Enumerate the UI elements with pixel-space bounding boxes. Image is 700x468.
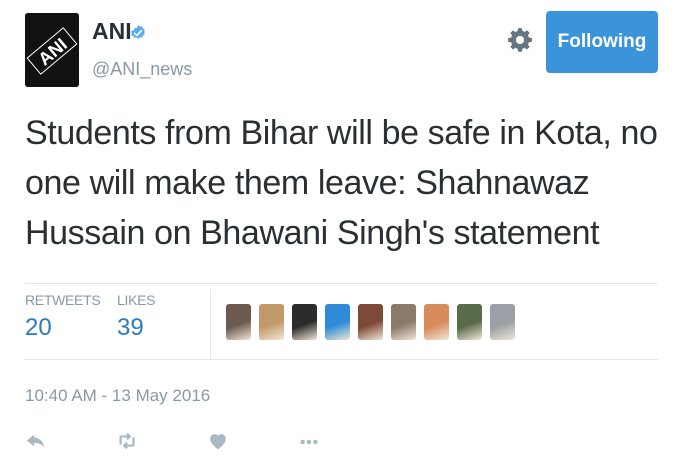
account-name[interactable]: ANI — [92, 18, 132, 45]
likes-stat[interactable]: LIKES 39 — [117, 292, 156, 342]
stats-divider — [210, 289, 211, 359]
liker-avatar-4[interactable] — [325, 304, 350, 340]
retweet-icon[interactable] — [116, 430, 138, 452]
retweets-label: RETWEETS — [25, 292, 101, 308]
liker-avatar-2[interactable] — [259, 304, 284, 340]
tweet-text: Students from Bihar will be safe in Kota… — [25, 114, 658, 252]
liker-avatar-7[interactable] — [424, 304, 449, 340]
liker-avatar-3[interactable] — [292, 304, 317, 340]
avatar[interactable]: ANI — [25, 13, 79, 87]
liker-avatars — [226, 304, 523, 340]
more-icon[interactable] — [298, 430, 320, 452]
verified-badge-icon — [131, 25, 145, 39]
divider-bottom — [25, 359, 658, 360]
like-icon[interactable] — [207, 430, 229, 452]
liker-avatar-1[interactable] — [226, 304, 251, 340]
likes-label: LIKES — [117, 292, 156, 308]
account-handle[interactable]: @ANI_news — [92, 59, 192, 80]
following-button[interactable]: Following — [546, 11, 658, 73]
liker-avatar-8[interactable] — [457, 304, 482, 340]
gear-icon[interactable] — [507, 27, 533, 53]
liker-avatar-9[interactable] — [490, 304, 515, 340]
tweet-timestamp[interactable]: 10:40 AM - 13 May 2016 — [25, 386, 210, 406]
reply-icon[interactable] — [25, 430, 47, 452]
liker-avatar-6[interactable] — [391, 304, 416, 340]
likes-count[interactable]: 39 — [117, 314, 155, 342]
ani-logo: ANI — [25, 13, 79, 87]
retweets-stat[interactable]: RETWEETS 20 — [25, 292, 101, 342]
divider-top — [25, 283, 658, 284]
liker-avatar-5[interactable] — [358, 304, 383, 340]
tweet-actions — [25, 430, 389, 452]
retweets-count[interactable]: 20 — [25, 314, 100, 342]
